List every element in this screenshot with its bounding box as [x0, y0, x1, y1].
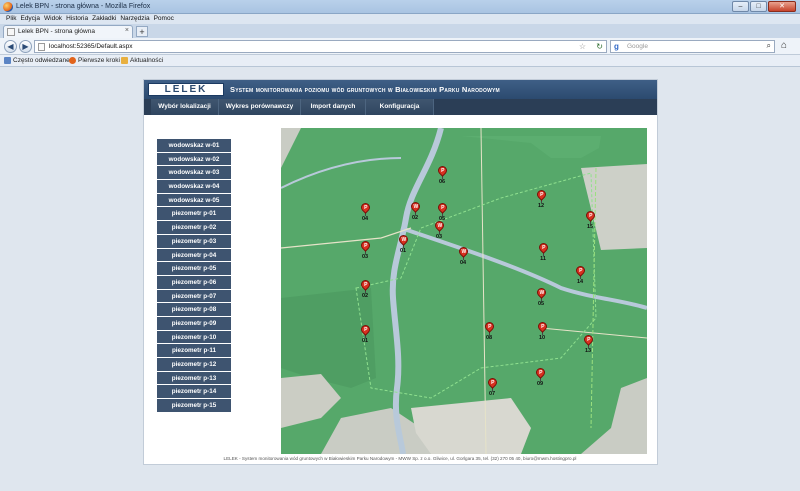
- location-item-p-02[interactable]: piezometr p-02: [157, 221, 231, 235]
- firefox-icon: [69, 57, 76, 64]
- bookmark-folder-icon: [4, 57, 11, 64]
- google-icon[interactable]: g: [614, 42, 619, 51]
- nav-import-danych[interactable]: Import danych: [301, 99, 366, 115]
- map-marker-p-04[interactable]: P 04: [355, 201, 375, 222]
- map-marker-p-09[interactable]: P 09: [530, 366, 550, 387]
- browser-tab[interactable]: Lelek BPN - strona główna ×: [3, 25, 133, 38]
- maximize-button[interactable]: □: [750, 1, 767, 12]
- forward-button[interactable]: ▶: [19, 40, 32, 53]
- map-marker-p-03[interactable]: P 03: [355, 239, 375, 260]
- back-button[interactable]: ◀: [4, 40, 17, 53]
- search-placeholder: Google: [627, 43, 648, 50]
- reload-icon[interactable]: ↻: [596, 42, 603, 51]
- firefox-icon: [3, 2, 13, 12]
- map-marker-p-14[interactable]: P 14: [570, 264, 590, 285]
- map-marker-p-02[interactable]: P 02: [355, 278, 375, 299]
- map-marker-p-07[interactable]: P 07: [482, 376, 502, 397]
- bookmark-pierwsze-kroki[interactable]: Pierwsze kroki: [69, 57, 120, 64]
- menu-pomoc[interactable]: Pomoc: [154, 14, 174, 24]
- map-marker-p-05[interactable]: P 05: [432, 201, 452, 222]
- rss-folder-icon: [121, 57, 128, 64]
- nav-wybor-lokalizacji[interactable]: Wybór lokalizacji: [151, 99, 219, 115]
- site-page: LELEK System monitorowania poziomu wód g…: [143, 79, 658, 465]
- location-item-p-14[interactable]: piezometr p-14: [157, 385, 231, 400]
- search-icon[interactable]: ⌕: [767, 41, 771, 51]
- location-item-w-02[interactable]: wodowskaz w-02: [157, 152, 231, 167]
- minimize-button[interactable]: –: [732, 1, 749, 12]
- location-item-p-08[interactable]: piezometr p-08: [157, 303, 231, 317]
- site-header: LELEK System monitorowania poziomu wód g…: [144, 80, 657, 99]
- site-title: System monitorowania poziomu wód gruntow…: [230, 85, 500, 94]
- nav-konfiguracja[interactable]: Konfiguracja: [366, 99, 434, 115]
- map-marker-w-05[interactable]: W 05: [531, 286, 551, 307]
- map-marker-p-08[interactable]: P 08: [479, 320, 499, 341]
- map-marker-w-02[interactable]: W 02: [405, 200, 425, 221]
- map-marker-w-01[interactable]: W 01: [393, 233, 413, 254]
- map-marker-p-06[interactable]: P 06: [432, 164, 452, 185]
- location-item-p-15[interactable]: piezometr p-15: [157, 399, 231, 413]
- lelek-logo: LELEK: [148, 83, 224, 96]
- menu-plik[interactable]: Plik: [6, 14, 16, 24]
- nav-wykres-porownawczy[interactable]: Wykres porównawczy: [219, 99, 301, 115]
- menu-zakladki[interactable]: Zakładki: [92, 14, 116, 24]
- location-item-w-04[interactable]: wodowskaz w-04: [157, 180, 231, 194]
- site-identity-icon: [38, 43, 45, 51]
- page-viewport: LELEK System monitorowania poziomu wód g…: [0, 67, 800, 491]
- map-marker-p-12[interactable]: P 12: [531, 188, 551, 209]
- site-footer: LELEK - System monitorowania wód gruntow…: [223, 456, 577, 461]
- window-title: Lelek BPN - strona główna - Mozilla Fire…: [16, 3, 151, 10]
- location-list: wodowskaz w-01 wodowskaz w-02 wodowskaz …: [157, 139, 231, 413]
- map-marker-p-13[interactable]: P 13: [578, 333, 598, 354]
- location-item-p-13[interactable]: piezometr p-13: [157, 371, 231, 386]
- tab-label: Lelek BPN - strona główna: [18, 28, 95, 35]
- map-marker-w-03[interactable]: W 03: [429, 219, 449, 240]
- search-input[interactable]: g Google ⌕: [610, 40, 775, 53]
- tab-strip: Lelek BPN - strona główna × +: [0, 24, 800, 38]
- map-marker-p-01[interactable]: P 01: [355, 323, 375, 344]
- location-item-w-05[interactable]: wodowskaz w-05: [157, 193, 231, 208]
- location-item-p-09[interactable]: piezometr p-09: [157, 316, 231, 331]
- location-item-p-11[interactable]: piezometr p-11: [157, 344, 231, 358]
- new-tab-button[interactable]: +: [136, 26, 148, 37]
- bookmark-star-icon[interactable]: ☆: [579, 42, 586, 51]
- menu-edycja[interactable]: Edycja: [20, 14, 40, 24]
- map-marker-p-10[interactable]: P 10: [532, 320, 552, 341]
- menu-widok[interactable]: Widok: [44, 14, 62, 24]
- location-item-p-03[interactable]: piezometr p-03: [157, 234, 231, 249]
- location-item-p-05[interactable]: piezometr p-05: [157, 262, 231, 276]
- location-item-p-10[interactable]: piezometr p-10: [157, 330, 231, 345]
- menu-narzedzia[interactable]: Narzędzia: [120, 14, 149, 24]
- location-item-p-12[interactable]: piezometr p-12: [157, 358, 231, 372]
- location-item-w-01[interactable]: wodowskaz w-01: [157, 139, 231, 153]
- map-marker-p-11[interactable]: P 11: [533, 241, 553, 262]
- location-item-p-01[interactable]: piezometr p-01: [157, 207, 231, 222]
- location-item-w-03[interactable]: wodowskaz w-03: [157, 166, 231, 181]
- bookmark-aktualnosci[interactable]: Aktualności: [121, 57, 163, 64]
- address-bar[interactable]: localhost:52365/Default.aspx ☆ ↻: [34, 40, 607, 53]
- bookmarks-toolbar: Często odwiedzane Pierwsze kroki Aktualn…: [0, 55, 800, 67]
- home-icon[interactable]: ⌂: [781, 40, 787, 51]
- bookmark-czesto-odwiedzane[interactable]: Często odwiedzane: [4, 57, 70, 64]
- location-item-p-07[interactable]: piezometr p-07: [157, 289, 231, 304]
- map-marker-p-15[interactable]: P 15: [580, 209, 600, 230]
- location-item-p-04[interactable]: piezometr p-04: [157, 248, 231, 263]
- close-tab-icon[interactable]: ×: [125, 27, 129, 34]
- map-marker-w-04[interactable]: W 04: [453, 245, 473, 266]
- map-background: [281, 128, 647, 454]
- main-navigation: Wybór lokalizacji Wykres porównawczy Imp…: [144, 99, 657, 115]
- window-titlebar: Lelek BPN - strona główna - Mozilla Fire…: [0, 0, 800, 14]
- close-window-button[interactable]: ✕: [768, 1, 796, 12]
- menu-historia[interactable]: Historia: [66, 14, 88, 24]
- map-view[interactable]: P 06 P 12 P 04 W 02 P 05 P 15 W 03 W 01 P 03 W 04 …: [281, 128, 647, 454]
- url-text: localhost:52365/Default.aspx: [49, 43, 133, 50]
- location-item-p-06[interactable]: piezometr p-06: [157, 275, 231, 290]
- navigation-toolbar: ◀ ▶ localhost:52365/Default.aspx ☆ ↻ g G…: [0, 38, 800, 55]
- page-favicon-icon: [7, 28, 15, 36]
- menu-bar: Plik Edycja Widok Historia Zakładki Narzędzia…: [0, 14, 800, 24]
